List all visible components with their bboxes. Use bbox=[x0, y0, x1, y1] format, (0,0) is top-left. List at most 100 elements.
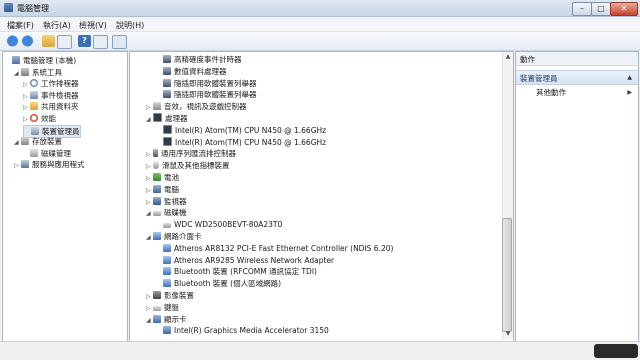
expanded-arrow-icon[interactable]: ◢ bbox=[146, 315, 153, 326]
collapsed-arrow-icon[interactable]: ▷ bbox=[14, 160, 21, 171]
device-item[interactable]: 隨插即用軟體裝置列舉器 bbox=[156, 89, 257, 100]
console-tree-label: 磁碟管理 bbox=[41, 148, 71, 158]
chip-icon bbox=[163, 66, 171, 75]
device-label: 顯示卡 bbox=[164, 314, 187, 324]
console-tree-item[interactable]: ▷ 事件檢視器 bbox=[23, 90, 79, 101]
menu-help[interactable]: 說明(H) bbox=[116, 20, 144, 31]
device-item[interactable]: 數值資料處理器 bbox=[156, 66, 227, 77]
scroll-up-icon[interactable]: ▲ bbox=[504, 53, 512, 61]
minimize-button[interactable]: – bbox=[572, 2, 592, 16]
scan-hardware-icon[interactable] bbox=[112, 35, 127, 49]
console-tree-item[interactable]: ▷ 共用資料夾 bbox=[23, 101, 79, 112]
show-hide-tree-icon[interactable] bbox=[57, 35, 72, 49]
menu-action[interactable]: 執行(A) bbox=[43, 20, 71, 31]
device-label: 磁碟機 bbox=[164, 208, 187, 218]
device-item[interactable]: Atheros AR9285 Wireless Network Adapter bbox=[156, 255, 334, 266]
more-actions-arrow-icon[interactable]: ▶ bbox=[627, 89, 632, 96]
collapsed-arrow-icon[interactable]: ▷ bbox=[146, 149, 153, 160]
audio-icon bbox=[153, 102, 161, 111]
chip-icon bbox=[163, 90, 171, 99]
forward-arrow-icon[interactable] bbox=[21, 35, 34, 47]
device-label: 影像裝置 bbox=[164, 291, 194, 300]
console-tree-item[interactable]: 磁碟管理 bbox=[23, 148, 71, 159]
collapse-arrow-icon[interactable]: ▲ bbox=[627, 74, 632, 81]
collapsed-arrow-icon[interactable]: ▷ bbox=[23, 114, 30, 125]
expanded-arrow-icon[interactable]: ◢ bbox=[146, 114, 153, 125]
collapsed-arrow-icon[interactable]: ▷ bbox=[146, 102, 153, 113]
device-item[interactable]: Intel(R) Graphics Media Accelerator 3150 bbox=[156, 325, 329, 336]
device-item[interactable]: ▷ 電腦 bbox=[146, 184, 179, 195]
collapsed-arrow-icon[interactable]: ▷ bbox=[23, 102, 30, 113]
console-tree-item[interactable]: ◢ 系統工具 bbox=[14, 67, 62, 78]
dev-icon bbox=[31, 126, 39, 135]
monitor-icon bbox=[153, 196, 161, 205]
help-icon[interactable]: ? bbox=[78, 35, 91, 47]
disk-icon bbox=[30, 148, 38, 157]
collapsed-arrow-icon[interactable]: ▷ bbox=[146, 291, 153, 302]
console-tree-item[interactable]: ▷ 效能 bbox=[23, 113, 56, 124]
device-label: 高精確度事件計時器 bbox=[174, 55, 242, 64]
console-tree-item[interactable]: 電腦管理 (本機) bbox=[5, 55, 76, 66]
title-bar: 電腦管理 – □ ✕ bbox=[0, 0, 640, 17]
device-item[interactable]: ◢ 顯示卡 bbox=[146, 314, 187, 325]
device-item[interactable]: ▷ 電池 bbox=[146, 172, 179, 183]
device-item[interactable]: ▷ 影像裝置 bbox=[146, 290, 194, 301]
device-item[interactable]: Bluetooth 裝置 (個人區域網路) bbox=[156, 278, 281, 289]
expanded-arrow-icon[interactable]: ◢ bbox=[146, 208, 153, 219]
expanded-arrow-icon[interactable]: ◢ bbox=[14, 68, 21, 79]
device-item[interactable]: Atheros AR8132 PCI-E Fast Ethernet Contr… bbox=[156, 243, 393, 254]
device-label: 網路介面卡 bbox=[164, 232, 202, 241]
scrollbar-thumb[interactable] bbox=[502, 218, 512, 332]
device-item[interactable]: Bluetooth 裝置 (RFCOMM 通訊協定 TDI) bbox=[156, 266, 317, 277]
menu-file[interactable]: 檔案(F) bbox=[7, 20, 34, 31]
back-arrow-icon[interactable] bbox=[6, 35, 19, 47]
pc-icon bbox=[153, 184, 161, 193]
device-label: Bluetooth 裝置 (RFCOMM 通訊協定 TDI) bbox=[174, 267, 317, 277]
device-item[interactable]: 隨插即用軟體裝置列舉器 bbox=[156, 78, 257, 89]
device-item[interactable]: WDC WD2500BEVT-80A23T0 bbox=[156, 219, 282, 230]
up-folder-icon[interactable] bbox=[42, 35, 55, 47]
collapsed-arrow-icon[interactable]: ▷ bbox=[146, 303, 153, 314]
store-icon bbox=[21, 137, 29, 146]
net-icon bbox=[163, 279, 171, 288]
console-tree-item[interactable]: ▷ 工作排程器 bbox=[23, 78, 79, 89]
maximize-button[interactable]: □ bbox=[591, 2, 611, 16]
tool-icon bbox=[21, 67, 29, 76]
console-tree-item[interactable]: ▷ 服務與應用程式 bbox=[14, 159, 85, 170]
device-item[interactable]: 高精確度事件計時器 bbox=[156, 54, 242, 65]
collapsed-arrow-icon[interactable]: ▷ bbox=[146, 173, 153, 184]
device-item[interactable]: ▷ 鍵盤 bbox=[146, 302, 179, 313]
collapsed-arrow-icon[interactable]: ▷ bbox=[146, 185, 153, 196]
collapsed-arrow-icon[interactable]: ▷ bbox=[146, 197, 153, 208]
close-button[interactable]: ✕ bbox=[610, 2, 638, 16]
net-icon bbox=[163, 255, 171, 264]
expanded-arrow-icon[interactable]: ◢ bbox=[146, 232, 153, 243]
console-tree-item[interactable]: ◢ 存放裝置 bbox=[14, 136, 62, 147]
device-item[interactable]: ◢ 網路介面卡 bbox=[146, 231, 202, 242]
device-label: Intel(R) Atom(TM) CPU N450 @ 1.66GHz bbox=[175, 125, 327, 135]
collapsed-arrow-icon[interactable]: ▷ bbox=[23, 91, 30, 102]
more-actions-link[interactable]: 其他動作 bbox=[536, 87, 566, 98]
device-item[interactable]: ▷ 監視器 bbox=[146, 196, 187, 207]
collapsed-arrow-icon[interactable]: ▷ bbox=[23, 79, 30, 90]
vertical-scrollbar[interactable]: ▲ ▼ bbox=[502, 52, 513, 339]
status-bar bbox=[0, 341, 640, 360]
device-label: 隨插即用軟體裝置列舉器 bbox=[174, 78, 257, 88]
actions-section-header[interactable]: 裝置管理員 ▲ bbox=[516, 70, 638, 85]
device-item[interactable]: ◢ 處理器 bbox=[146, 113, 188, 124]
expanded-arrow-icon[interactable]: ◢ bbox=[14, 137, 21, 148]
hdd-icon bbox=[163, 223, 171, 229]
collapsed-arrow-icon[interactable]: ▷ bbox=[146, 161, 153, 172]
device-item[interactable]: Intel(R) Atom(TM) CPU N450 @ 1.66GHz bbox=[156, 136, 326, 148]
scroll-down-icon[interactable]: ▼ bbox=[504, 330, 512, 338]
device-item[interactable]: Intel(R) Atom(TM) CPU N450 @ 1.66GHz bbox=[156, 124, 327, 136]
device-item[interactable]: ◢ 磁碟機 bbox=[146, 207, 187, 218]
device-item[interactable]: ▷ 通用序列匯流排控制器 bbox=[146, 148, 236, 159]
device-label: 鍵盤 bbox=[164, 302, 179, 312]
device-item[interactable]: ▷ 滑鼠及其他指標裝置 bbox=[146, 160, 230, 171]
console-tree-label: 系統工具 bbox=[32, 67, 62, 77]
chip-icon bbox=[163, 78, 171, 87]
device-item[interactable]: ▷ 音效，視訊及遊戲控制器 bbox=[146, 101, 247, 112]
menu-view[interactable]: 檢視(V) bbox=[79, 20, 107, 31]
properties-icon[interactable] bbox=[93, 35, 108, 49]
